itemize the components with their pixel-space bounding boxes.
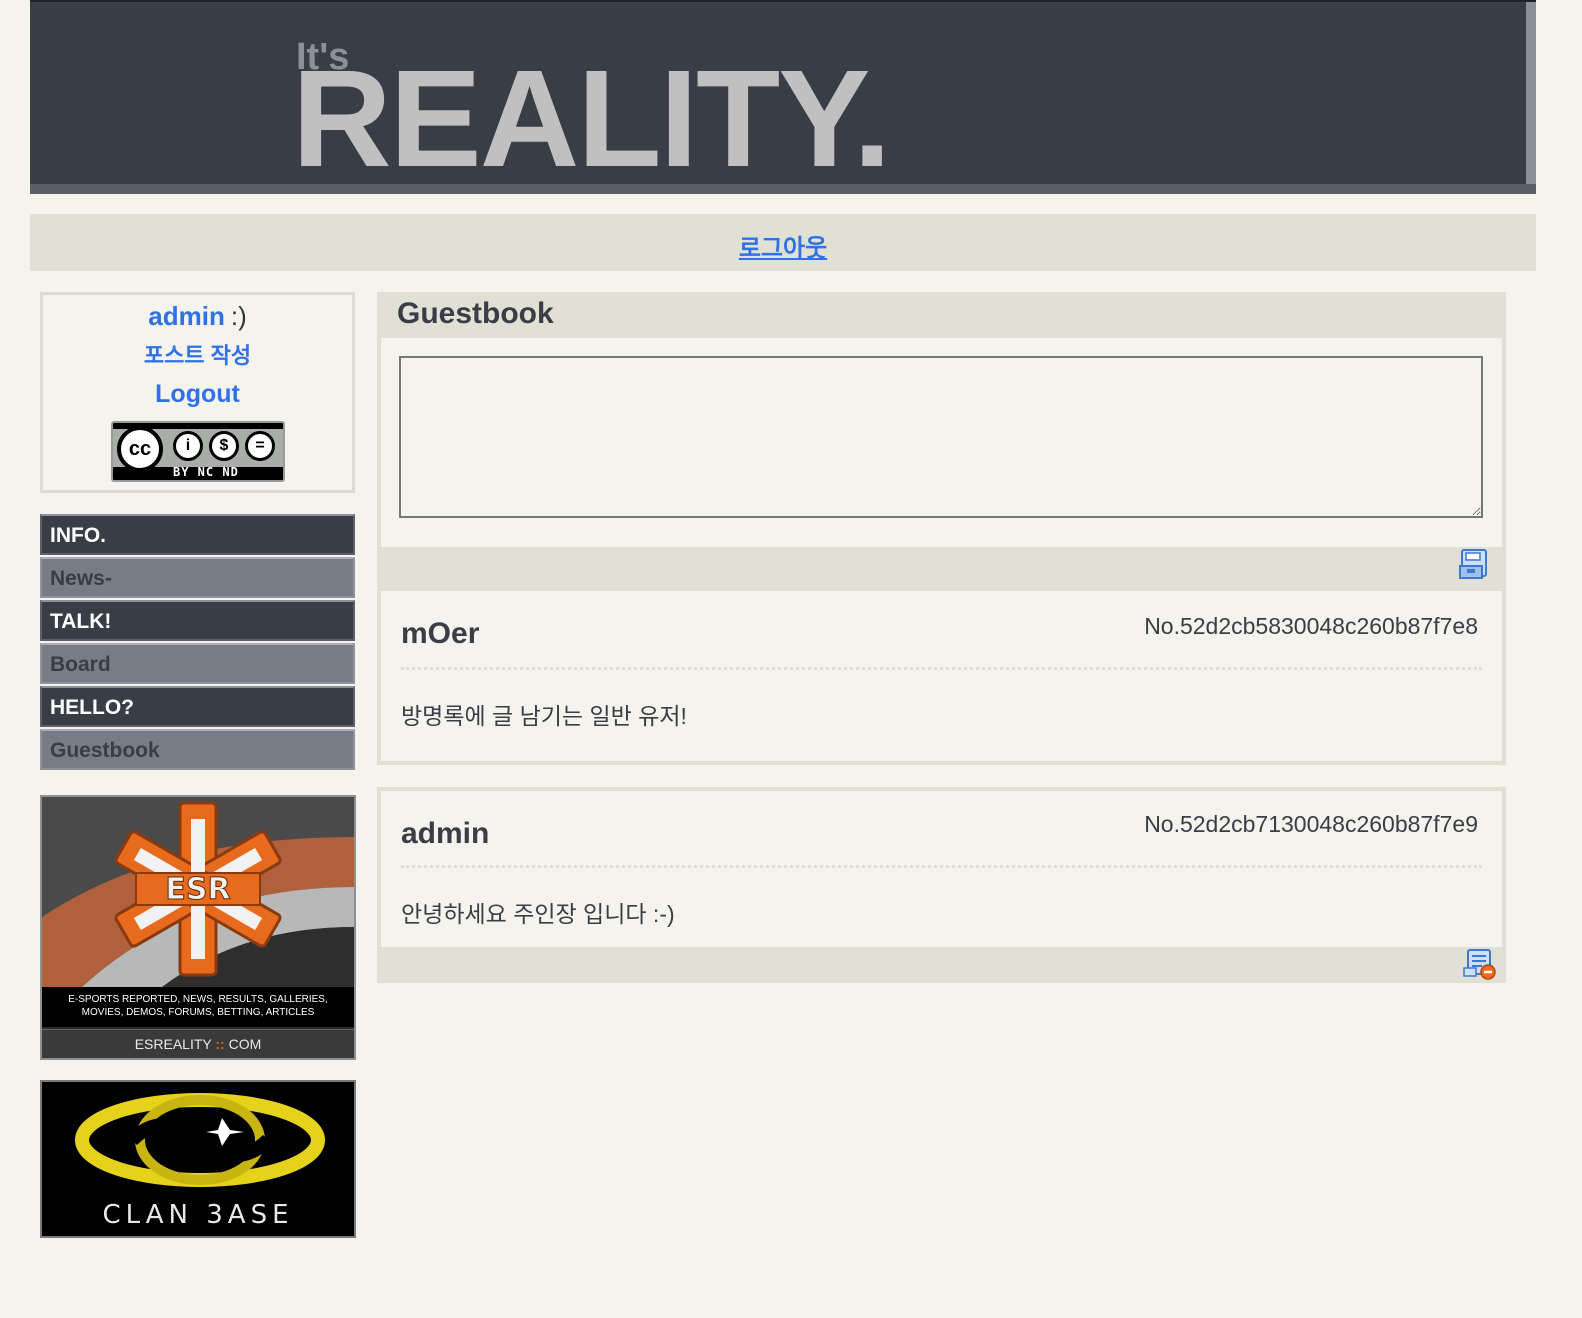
entry-author: mOer (401, 617, 480, 650)
entry-message: 안녕하세요 주인장 입니다 :-) (401, 901, 675, 927)
menu-heading-hello: HELLO? (40, 686, 355, 727)
clanbase-wordmark: CLAN 3ASE (102, 1200, 294, 1230)
user-smile: :) (230, 301, 247, 331)
entry-number: No.52d2cb7130048c260b87f7e9 (1144, 811, 1478, 837)
guestbook-entry: mOer No.52d2cb5830048c260b87f7e8 방명록에 글 … (377, 587, 1506, 765)
username-link[interactable]: admin (148, 301, 225, 331)
entry-number: No.52d2cb5830048c260b87f7e8 (1144, 613, 1478, 639)
esr-domain: ESREALITY :: COM (42, 1029, 354, 1058)
guestbook-message-input[interactable] (399, 356, 1483, 518)
guestbook-panel: Guestbook mOer No.52d2cb5830048c260b87f7… (377, 292, 1506, 983)
cc-license-badge[interactable]: cc i $ = BY NC ND (111, 421, 285, 482)
noderivs-icon: = (245, 431, 275, 461)
header-right-shade (1526, 2, 1536, 194)
entry-separator (401, 667, 1482, 670)
entry-message: 방명록에 글 남기는 일반 유저! (401, 703, 687, 729)
side-menu: INFO. News- TALK! Board HELLO? Guestbook (40, 514, 355, 772)
entry-action-bar (377, 947, 1506, 983)
menu-item-board[interactable]: Board (40, 643, 355, 684)
entry-author: admin (401, 817, 490, 850)
esr-domain-left: ESREALITY (134, 1036, 212, 1052)
guestbook-form-bar (381, 547, 1502, 583)
menu-heading-talk: TALK! (40, 600, 355, 641)
esreality-banner[interactable]: ESR E-SPORTS REPORTED, NEWS, RESULTS, GA… (40, 795, 356, 1060)
top-logout-link[interactable]: 로그아웃 (739, 228, 827, 263)
site-header: It's REALITY. (30, 0, 1536, 194)
site-title[interactable]: REALITY. (292, 50, 891, 188)
esr-domain-right: COM (228, 1036, 262, 1052)
save-icon[interactable] (1458, 548, 1492, 580)
guestbook-title: Guestbook (377, 292, 1506, 338)
write-post-link[interactable]: 포스트 작성 (43, 338, 352, 370)
menu-heading-info: INFO. (40, 514, 355, 555)
logout-link[interactable]: Logout (43, 380, 352, 409)
esr-logo-text: ESR (165, 872, 230, 907)
user-box: admin:) 포스트 작성 Logout cc i $ = BY NC ND (40, 292, 355, 493)
noncommercial-icon: $ (209, 431, 239, 461)
esr-tagline-line1: E-SPORTS REPORTED, NEWS, RESULTS, GALLER… (68, 994, 328, 1005)
clanbase-logo-icon (75, 1093, 325, 1187)
esr-tagline: E-SPORTS REPORTED, NEWS, RESULTS, GALLER… (42, 987, 354, 1027)
attribution-icon: i (173, 431, 203, 461)
menu-item-news[interactable]: News- (40, 557, 355, 598)
guestbook-entry: admin No.52d2cb7130048c260b87f7e9 안녕하세요 … (377, 787, 1506, 947)
delete-icon[interactable] (1462, 948, 1496, 980)
esr-tagline-line2: MOVIES, DEMOS, FORUMS, BETTING, ARTICLES (81, 1007, 315, 1018)
cc-badge-labels: BY NC ND (173, 465, 239, 479)
entry-separator (401, 865, 1482, 868)
esr-domain-sep: :: (215, 1036, 225, 1052)
esr-logo-art: ESR (42, 797, 354, 987)
clanbase-banner[interactable]: CLAN 3ASE (40, 1080, 356, 1238)
user-greeting: admin:) (43, 301, 352, 332)
top-nav-bar: 로그아웃 (30, 214, 1536, 271)
guestbook-form (377, 338, 1506, 587)
menu-item-guestbook[interactable]: Guestbook (40, 729, 355, 770)
cc-icon: cc (117, 426, 163, 472)
